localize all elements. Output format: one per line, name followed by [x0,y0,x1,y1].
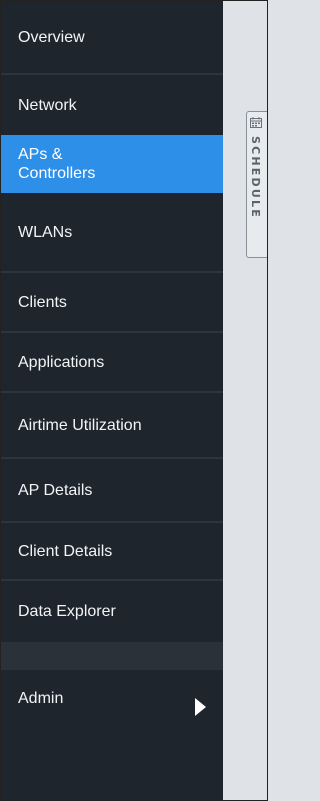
sidebar-item-label: Applications [18,353,105,371]
schedule-label: SCHEDULE [249,136,262,219]
sidebar-item-label: Client Details [18,542,113,560]
sidebar-item-aps-controllers[interactable]: APs & Controllers [1,135,223,193]
chevron-right-icon[interactable] [195,698,206,716]
sidebar-spacer [1,642,223,670]
sidebar-footer [1,732,223,800]
sidebar-item-label: Airtime Utilization [18,416,142,434]
sidebar-item-label: APs & Controllers [18,146,96,182]
sidebar-item-applications[interactable]: Applications [1,333,223,391]
sidebar-item-overview[interactable]: Overview [1,1,223,73]
sidebar-item-data-explorer[interactable]: Data Explorer [1,581,223,642]
sidebar-item-label: Overview [18,28,85,46]
sidebar-item-ap-details[interactable]: AP Details [1,459,223,521]
sidebar-item-wlans[interactable]: WLANs [1,193,223,271]
sidebar-item-clients[interactable]: Clients [1,273,223,331]
sidebar-nav: Overview Network APs & Controllers WLANs… [1,1,223,800]
sidebar-item-label: WLANs [18,223,73,241]
sidebar-item-label: Data Explorer [18,603,116,620]
sidebar-item-label: Admin [18,689,64,707]
schedule-tab[interactable]: SCHEDULE [246,111,267,258]
sidebar-item-label: Clients [18,293,67,311]
calendar-icon [250,117,262,128]
sidebar-item-admin[interactable]: Admin [1,670,223,732]
app-frame: Overview Network APs & Controllers WLANs… [0,0,268,801]
sidebar-item-label: Network [18,96,77,114]
sidebar-item-airtime-utilization[interactable]: Airtime Utilization [1,393,223,457]
sidebar-item-network[interactable]: Network [1,75,223,135]
sidebar-item-client-details[interactable]: Client Details [1,523,223,579]
sidebar-item-label: AP Details [18,481,93,499]
